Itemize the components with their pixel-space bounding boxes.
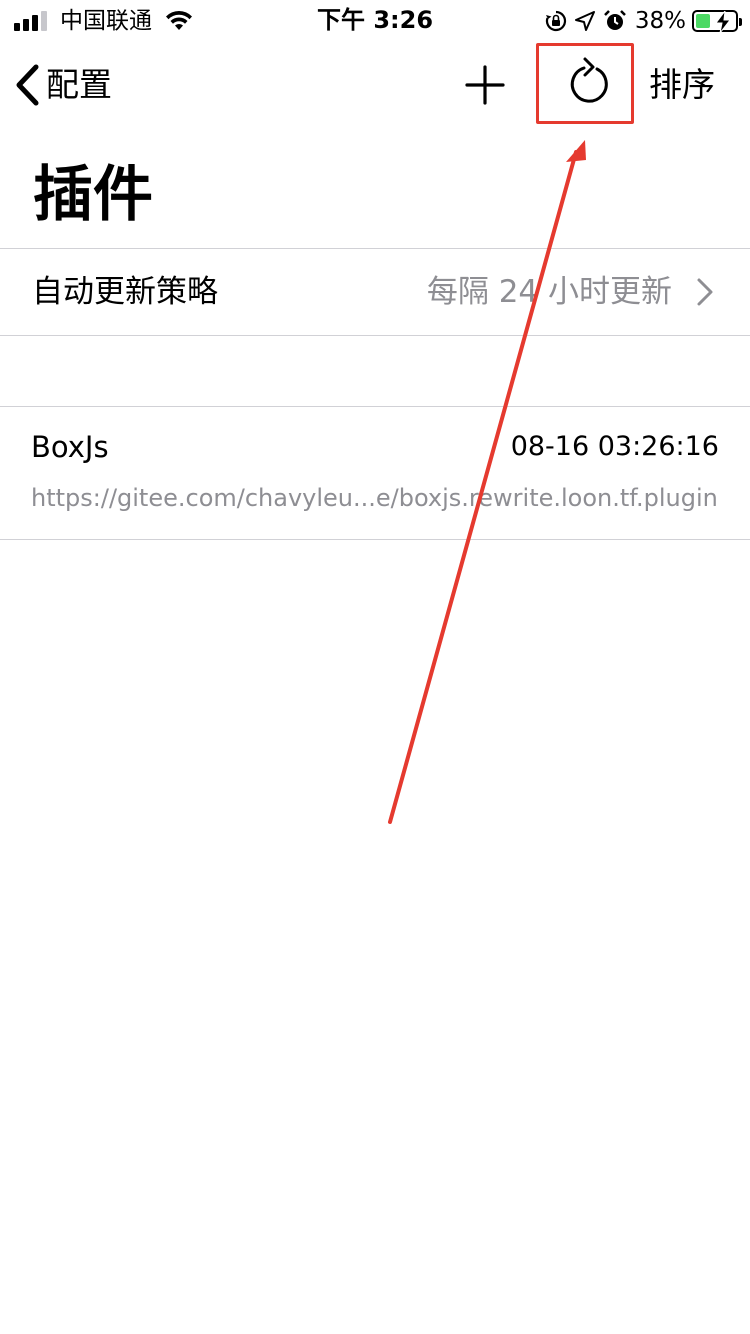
screen: 中国联通 下午 3:26 38% 配置 排序 插件 自动更新策略 每隔 24 小… [0, 0, 750, 1334]
auto-update-label: 自动更新策略 [32, 274, 218, 310]
orientation-lock-icon [545, 10, 566, 32]
auto-update-row[interactable]: 自动更新策略 每隔 24 小时更新 [0, 249, 750, 335]
refresh-icon[interactable] [560, 55, 618, 113]
plugin-url: https://gitee.com/chavyleu...e/boxjs.rew… [31, 484, 718, 512]
sort-button[interactable]: 排序 [649, 62, 715, 108]
divider [0, 539, 750, 540]
location-icon [574, 11, 595, 31]
alarm-icon [603, 10, 626, 30]
status-bar: 中国联通 下午 3:26 38% [0, 0, 750, 40]
plus-icon[interactable] [462, 62, 508, 108]
battery-fill [696, 14, 710, 28]
back-label: 配置 [46, 65, 112, 104]
charging-bolt-icon [715, 11, 732, 33]
back-button[interactable]: 配置 [14, 60, 112, 110]
battery-cap [739, 18, 742, 26]
battery-icon [692, 10, 742, 33]
nav-bar: 配置 排序 [0, 40, 750, 130]
plugin-name: BoxJs [31, 430, 109, 464]
auto-update-value: 每隔 24 小时更新 [426, 274, 672, 310]
battery-percent: 38% [634, 8, 686, 34]
status-right: 38% [537, 6, 742, 36]
divider [0, 335, 750, 336]
page-title: 插件 [33, 160, 153, 230]
plugin-row[interactable]: BoxJs 08-16 03:26:16 https://gitee.com/c… [0, 407, 750, 539]
chevron-left-icon [16, 64, 39, 106]
chevron-right-icon [697, 278, 713, 306]
plugin-updated-time: 08-16 03:26:16 [510, 431, 719, 462]
